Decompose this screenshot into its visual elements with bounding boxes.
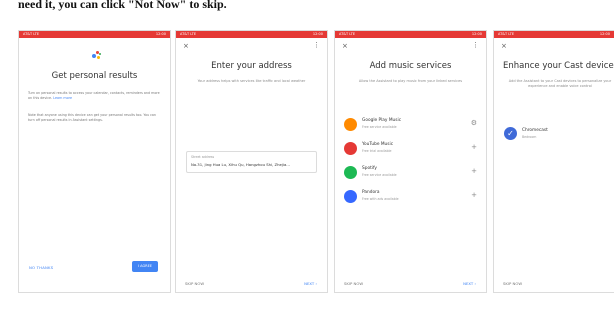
status-time: 12:00 <box>155 32 166 36</box>
caption-text: need it, you can click "Not Now" to skip… <box>18 0 227 11</box>
status-bar: AT&T LTE 12:00 <box>176 31 327 38</box>
google-assistant-icon <box>90 49 102 61</box>
more-menu-icon[interactable]: ⋮ <box>472 41 479 49</box>
learn-more-link[interactable]: Learn more <box>53 96 72 100</box>
status-carrier: AT&T LTE <box>498 32 515 36</box>
status-bar: AT&T LTE 12:00 <box>494 31 614 38</box>
personal-results-description: Turn on personal results to access your … <box>28 91 161 101</box>
description-text: Turn on personal results to access your … <box>28 91 160 100</box>
page-title: Enhance your Cast devices <box>503 61 614 71</box>
address-field[interactable]: Street address No.31, Jing Hua Lu, Xihu … <box>186 151 317 173</box>
skip-now-button[interactable]: SKIP NOW <box>344 281 363 286</box>
more-menu-icon[interactable]: ⋮ <box>313 41 320 49</box>
device-location: Bedroom <box>522 135 537 139</box>
close-icon[interactable]: × <box>342 42 348 50</box>
service-subtitle: Free service available <box>362 125 397 129</box>
skip-now-button[interactable]: SKIP NOW <box>503 281 522 286</box>
phone-screen-address: AT&T LTE 12:00 × ⋮ Enter your address Yo… <box>175 30 328 293</box>
address-field-value: No.31, Jing Hua Lu, Xihu Qu, Hangzhou Sh… <box>191 162 290 167</box>
youtube-music-icon <box>344 142 357 155</box>
settings-icon[interactable]: ⚙ <box>471 119 477 127</box>
next-label: NEXT <box>304 281 315 286</box>
music-service-google-play[interactable]: Google Play Music Free service available… <box>335 115 486 137</box>
service-name: Google Play Music <box>362 118 402 123</box>
status-bar: AT&T LTE 12:00 <box>19 31 170 38</box>
page-subtitle: Add the Assistant to your Cast devices t… <box>508 79 612 88</box>
page-subtitle: Your address helps with services like tr… <box>197 79 306 83</box>
close-icon[interactable]: × <box>183 42 189 50</box>
address-field-label: Street address <box>191 155 215 159</box>
skip-now-button[interactable]: SKIP NOW <box>185 281 204 286</box>
page-title: Enter your address <box>211 61 292 71</box>
next-label: NEXT <box>463 281 474 286</box>
service-name: Pandora <box>362 190 380 195</box>
close-icon[interactable]: × <box>501 42 507 50</box>
music-service-pandora[interactable]: Pandora Free with ads available + <box>335 187 486 209</box>
phone-screen-cast-devices: AT&T LTE 12:00 × Enhance your Cast devic… <box>493 30 614 293</box>
service-subtitle: Free trial available <box>362 149 392 153</box>
page-title: Get personal results <box>51 71 138 81</box>
shared-device-note: Note that anyone using this device can g… <box>28 113 157 122</box>
service-name: YouTube Music <box>362 142 394 147</box>
status-bar: AT&T LTE 12:00 <box>335 31 486 38</box>
status-carrier: AT&T LTE <box>180 32 197 36</box>
chevron-right-icon: › <box>474 281 476 286</box>
status-carrier: AT&T LTE <box>339 32 356 36</box>
add-icon[interactable]: + <box>471 167 477 175</box>
next-button[interactable]: NEXT › <box>304 281 317 286</box>
music-service-youtube-music[interactable]: YouTube Music Free trial available + <box>335 139 486 161</box>
service-subtitle: Free with ads available <box>362 197 399 201</box>
chevron-right-icon: › <box>315 281 317 286</box>
pandora-icon <box>344 190 357 203</box>
add-icon[interactable]: + <box>471 191 477 199</box>
check-circle-icon[interactable]: ✓ <box>504 127 517 140</box>
status-time: 12:00 <box>312 32 323 36</box>
google-play-music-icon <box>344 118 357 131</box>
add-icon[interactable]: + <box>471 143 477 151</box>
status-time: 12:00 <box>471 32 482 36</box>
phone-screen-music-services: AT&T LTE 12:00 × ⋮ Add music services Al… <box>334 30 487 293</box>
service-subtitle: Free service available <box>362 173 397 177</box>
cast-device-item[interactable]: ✓ Chromecast Bedroom <box>494 124 614 146</box>
page-title: Add music services <box>369 61 452 71</box>
next-button[interactable]: NEXT › <box>463 281 476 286</box>
page-subtitle: Allow the Assistant to play music from y… <box>358 79 463 83</box>
device-name: Chromecast <box>522 128 548 133</box>
music-service-spotify[interactable]: Spotify Free service available + <box>335 163 486 185</box>
status-time: 12:00 <box>599 32 610 36</box>
status-carrier: AT&T LTE <box>23 32 40 36</box>
i-agree-button[interactable]: I AGREE <box>132 261 158 272</box>
service-name: Spotify <box>362 166 377 171</box>
spotify-icon <box>344 166 357 179</box>
no-thanks-button[interactable]: NO THANKS <box>29 265 53 270</box>
phone-screen-personal-results: AT&T LTE 12:00 Get personal results Turn… <box>18 30 171 293</box>
